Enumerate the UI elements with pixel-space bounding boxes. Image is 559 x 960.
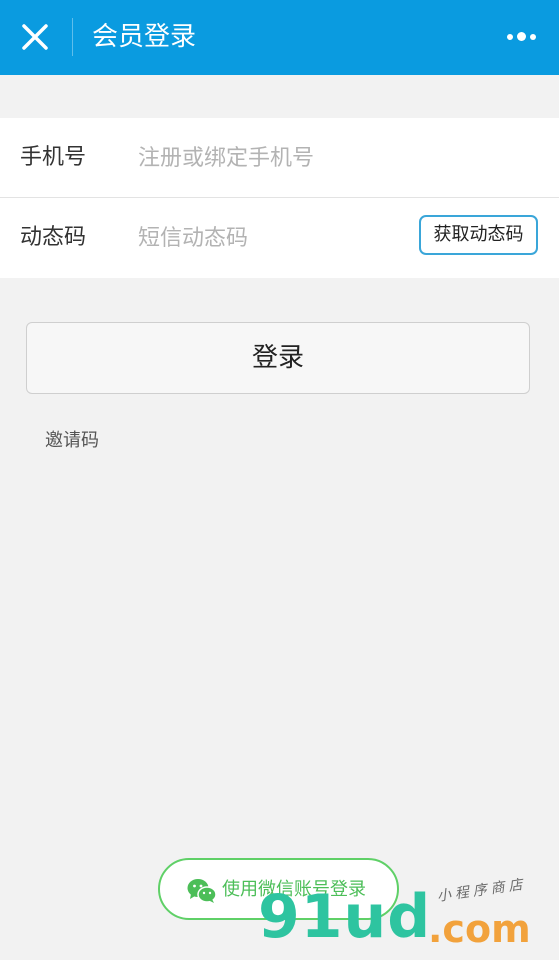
close-icon [22,24,48,50]
navigation-bar: 会员登录 [0,0,559,75]
more-dots-icon [507,34,513,40]
login-form: 手机号 动态码 获取动态码 [0,118,559,278]
close-button[interactable] [18,20,52,54]
wechat-login-label: 使用微信账号登录 [222,879,366,900]
code-label: 动态码 [20,225,87,250]
get-code-button[interactable]: 获取动态码 [419,215,538,255]
more-dot [517,32,526,41]
watermark-tagline: 小程序商店 [436,876,528,905]
page-title: 会员登录 [92,22,197,52]
phone-label: 手机号 [20,145,87,170]
phone-row: 手机号 [0,118,559,198]
wechat-icon [187,879,217,903]
watermark-domain: .com [428,907,531,951]
wechat-login-button[interactable]: 使用微信账号登录 [158,858,399,920]
code-row: 动态码 获取动态码 [0,198,559,278]
sms-code-input[interactable] [138,218,398,258]
more-menu-button[interactable] [500,27,544,49]
header-divider [72,18,73,56]
more-dot [530,34,536,40]
login-button[interactable]: 登录 [26,322,530,394]
invite-code-link[interactable]: 邀请码 [45,428,99,454]
phone-input[interactable] [138,138,518,178]
